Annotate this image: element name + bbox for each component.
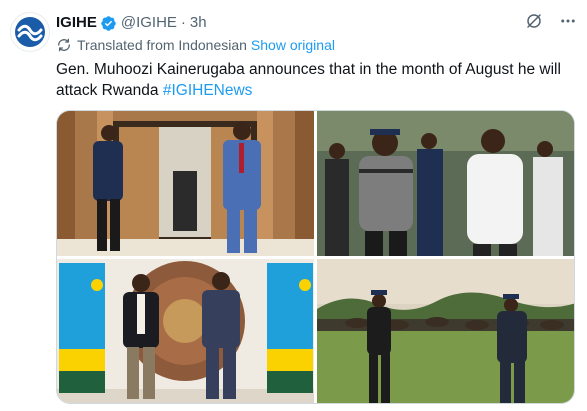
translate-icon xyxy=(56,37,72,53)
photo-doorway[interactable] xyxy=(57,111,314,256)
author-avatar[interactable] xyxy=(10,12,50,52)
tweet-actions-top xyxy=(525,12,577,35)
author-name[interactable]: IGIHE xyxy=(56,13,97,33)
igihe-logo-icon xyxy=(15,17,45,47)
tweet-text: Gen. Muhoozi Kainerugaba announces that … xyxy=(56,59,576,101)
show-original-link[interactable]: Show original xyxy=(251,37,335,53)
translated-label: Translated from Indonesian xyxy=(77,37,247,53)
photo-walking[interactable] xyxy=(317,111,574,256)
more-icon[interactable] xyxy=(559,12,577,35)
photo-field[interactable] xyxy=(317,259,574,403)
grok-icon[interactable] xyxy=(525,12,543,35)
tweet-body: Gen. Muhoozi Kainerugaba announces that … xyxy=(56,61,561,99)
author-handle[interactable]: @IGIHE xyxy=(121,13,177,33)
media-grid xyxy=(56,110,575,404)
tweet-header: IGIHE @IGIHE · 3h xyxy=(56,13,207,33)
translation-note: Translated from Indonesian Show original xyxy=(56,37,335,53)
hashtag-link[interactable]: #IGIHENews xyxy=(163,82,253,99)
dot-separator: · xyxy=(180,14,186,31)
verified-badge-icon xyxy=(100,15,117,32)
tweet-time[interactable]: 3h xyxy=(190,13,207,33)
photo-emblem[interactable] xyxy=(57,259,314,403)
